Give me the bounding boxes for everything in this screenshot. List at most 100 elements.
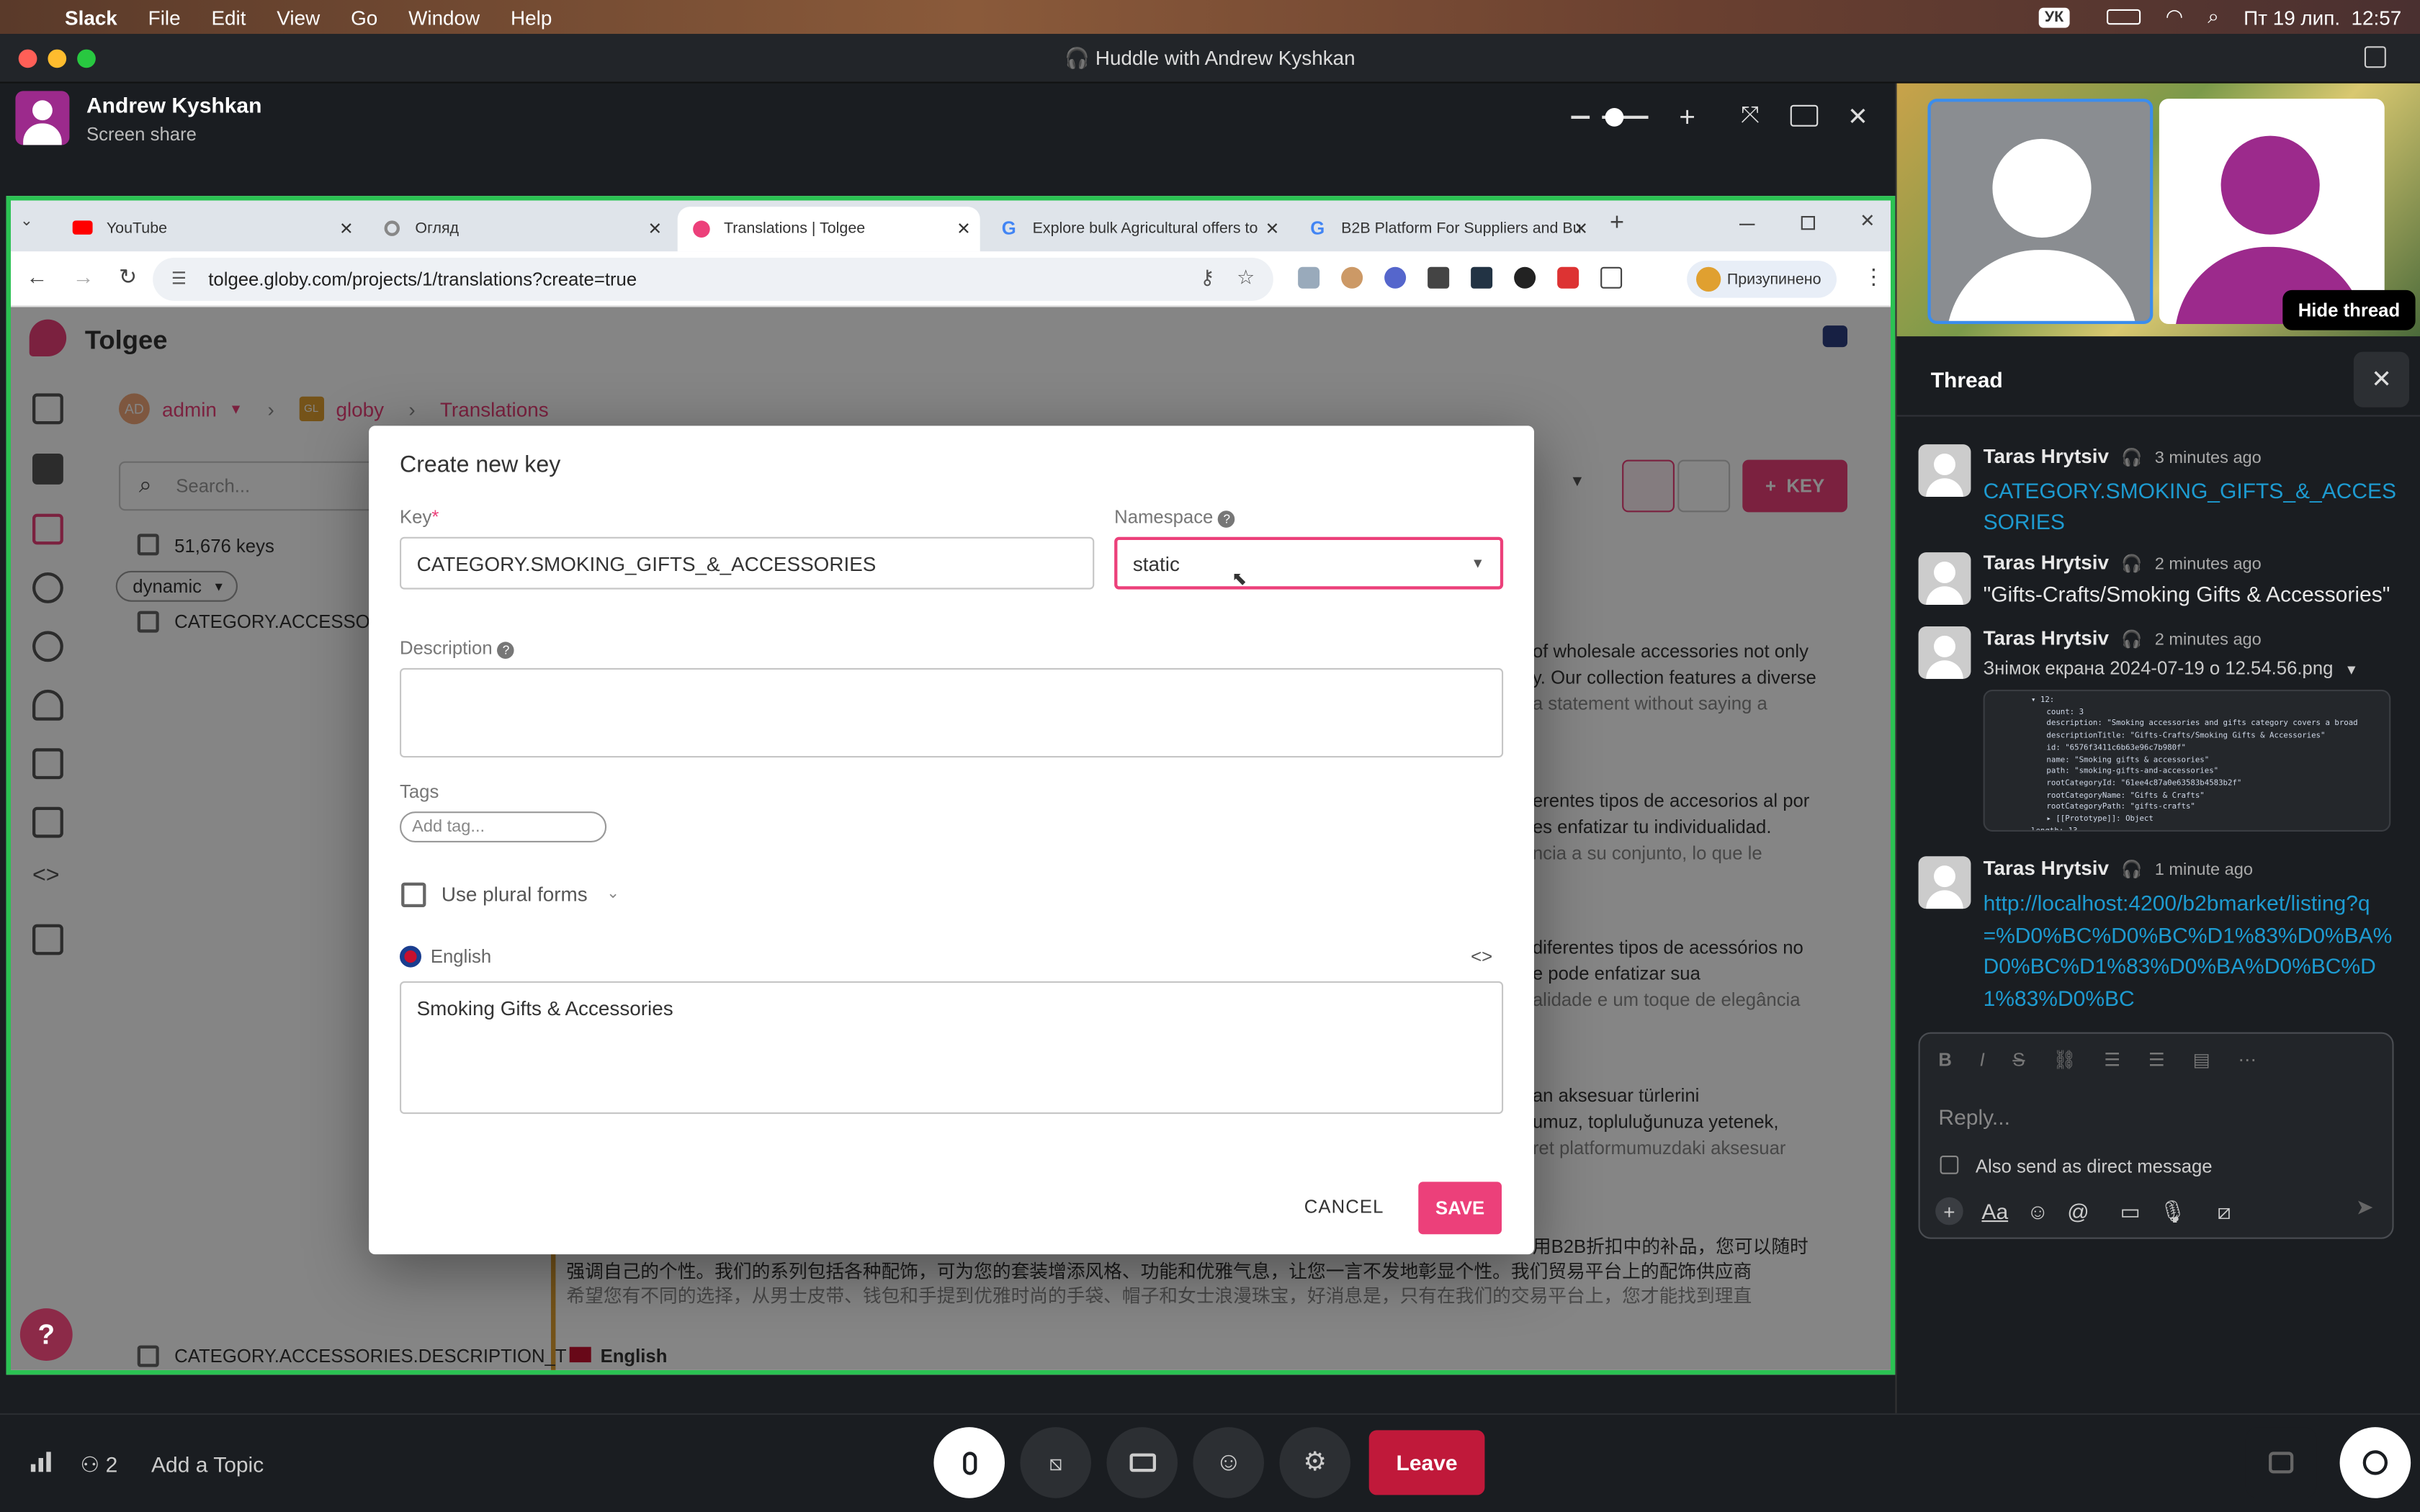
video-button[interactable]: ⧅ — [1020, 1427, 1091, 1498]
extension-icon[interactable] — [1514, 266, 1536, 289]
message-time[interactable]: 2 minutes ago — [2155, 555, 2262, 574]
new-tab-button[interactable]: + — [1610, 210, 1624, 238]
close-tab-icon[interactable]: ✕ — [648, 219, 663, 239]
site-info-icon[interactable]: ☰ — [171, 269, 187, 289]
message-author[interactable]: Taras Hrytsiv — [1984, 551, 2109, 574]
pointer-off-icon[interactable]: ⤧ — [1741, 102, 1760, 127]
zoom-out-icon[interactable] — [1571, 115, 1590, 119]
translation-input[interactable]: Smoking Gifts & Accessories — [400, 981, 1504, 1115]
url-field[interactable]: ☰ tolgee.globy.com/projects/1/translatio… — [153, 257, 1273, 301]
extension-icon[interactable] — [1471, 266, 1493, 289]
reply-input[interactable]: Reply... — [1938, 1104, 2010, 1129]
popout-icon[interactable] — [2364, 46, 2386, 68]
close-tab-icon[interactable]: ✕ — [1265, 219, 1280, 239]
back-icon[interactable]: ← — [26, 264, 48, 288]
plural-label[interactable]: Use plural forms — [442, 883, 588, 906]
more-icon[interactable]: ⋯ — [2238, 1049, 2257, 1071]
add-tag-input[interactable]: Add tag... — [400, 811, 607, 842]
avatar[interactable] — [1918, 552, 1971, 605]
bulleted-list-icon[interactable]: ☰ — [2148, 1049, 2165, 1071]
browser-menu-icon[interactable]: ⋮ — [1863, 264, 1884, 289]
close-tab-icon[interactable]: ✕ — [339, 219, 354, 239]
video-clip-icon[interactable]: ▭ — [2120, 1198, 2141, 1224]
link-icon[interactable]: ⛓ — [2053, 1049, 2076, 1071]
help-icon[interactable]: ? — [1218, 510, 1236, 528]
formatting-icon[interactable]: Aa — [1981, 1199, 2008, 1223]
message-author[interactable]: Taras Hrytsiv — [1984, 444, 2109, 467]
close-browser-icon[interactable]: ✕ — [1860, 210, 1876, 231]
ordered-list-icon[interactable]: ☰ — [2104, 1049, 2120, 1071]
help-icon[interactable]: ? — [497, 642, 515, 659]
add-topic[interactable]: Add a Topic — [151, 1452, 264, 1476]
menu-go[interactable]: Go — [351, 6, 377, 29]
share-screen-button[interactable] — [1106, 1427, 1178, 1498]
huddle-settings-button[interactable]: ⚙ — [1279, 1427, 1350, 1498]
message-text[interactable]: CATEGORY.SMOKING_GIFTS_&_ACCESSORIES — [1984, 475, 2401, 537]
menu-help[interactable]: Help — [511, 6, 552, 29]
italic-icon[interactable]: I — [1980, 1049, 1985, 1071]
shortcuts-icon[interactable]: ⧄ — [2218, 1198, 2231, 1224]
emoji-icon[interactable]: ☺ — [2027, 1199, 2049, 1223]
menu-view[interactable]: View — [277, 6, 320, 29]
thread-toggle-button[interactable] — [2339, 1427, 2411, 1498]
lang-indicator[interactable]: УК — [2038, 6, 2070, 27]
message-time[interactable]: 3 minutes ago — [2155, 449, 2262, 468]
password-key-icon[interactable]: ⚷ — [1200, 266, 1214, 290]
bookmark-star-icon[interactable]: ☆ — [1237, 266, 1255, 290]
close-tab-icon[interactable]: ✕ — [1574, 219, 1588, 239]
message-author[interactable]: Taras Hrytsiv — [1984, 626, 2109, 649]
mic-button[interactable] — [933, 1427, 1005, 1498]
plural-checkbox[interactable] — [401, 882, 426, 907]
tab-tolgee[interactable]: Translations | Tolgee ✕ — [677, 207, 980, 252]
search-icon[interactable]: ⌕ — [2208, 4, 2219, 29]
fullscreen-icon[interactable] — [1790, 104, 1819, 127]
popout-huddle-button[interactable] — [2245, 1427, 2317, 1498]
avatar[interactable] — [1918, 626, 1971, 679]
puzzle-icon[interactable] — [1600, 266, 1623, 289]
avatar[interactable] — [1918, 444, 1971, 497]
extension-icon[interactable] — [1341, 266, 1363, 289]
signal-icon[interactable] — [30, 1452, 51, 1472]
message-author[interactable]: Taras Hrytsiv — [1984, 856, 2109, 879]
message-link[interactable]: http://localhost:4200/b2bmarket/listing?… — [1984, 887, 2397, 1014]
tab-search-icon[interactable]: ⌄ — [20, 213, 33, 230]
forward-icon[interactable]: → — [73, 264, 94, 288]
minimize-browser-icon[interactable] — [1739, 223, 1755, 225]
tab-youtube[interactable]: YouTube ✕ — [60, 207, 363, 251]
message-time[interactable]: 2 minutes ago — [2155, 631, 2262, 649]
caret-down-icon[interactable]: ▼ — [2344, 662, 2358, 677]
menu-file[interactable]: File — [148, 6, 181, 29]
bold-icon[interactable]: B — [1938, 1049, 1952, 1071]
datetime[interactable]: Пт 19 лип. 12:57 — [2244, 6, 2401, 29]
restore-browser-icon[interactable] — [1801, 216, 1815, 230]
tab-b2b[interactable]: G B2B Platform For Suppliers and Bu ✕ — [1295, 207, 1597, 251]
also-send-checkbox[interactable] — [1940, 1156, 1959, 1174]
participant-tile[interactable] — [1927, 99, 2154, 324]
save-button[interactable]: SAVE — [1418, 1182, 1502, 1235]
close-tab-icon[interactable]: ✕ — [956, 219, 971, 239]
mention-icon[interactable]: @ — [2067, 1199, 2089, 1223]
code-view-icon[interactable]: <> — [1471, 946, 1492, 968]
zoom-in-icon[interactable]: + — [1679, 102, 1695, 134]
also-send-label[interactable]: Also send as direct message — [1976, 1156, 2213, 1177]
menu-edit[interactable]: Edit — [211, 6, 246, 29]
tab-overview[interactable]: Огляд ✕ — [369, 207, 671, 251]
extension-icon[interactable] — [1298, 266, 1320, 289]
close-share-icon[interactable]: ✕ — [1847, 102, 1868, 132]
avatar[interactable] — [1918, 856, 1971, 909]
tab-explore-bulk[interactable]: G Explore bulk Agricultural offers to ✕ — [986, 207, 1289, 251]
description-input[interactable] — [400, 667, 1504, 758]
menu-window[interactable]: Window — [408, 6, 480, 29]
reload-icon[interactable]: ↻ — [119, 264, 137, 289]
help-button[interactable]: ? — [19, 1308, 73, 1361]
strikethrough-icon[interactable]: S — [2012, 1049, 2025, 1071]
namespace-select[interactable]: static ▼ ⬉ — [1114, 536, 1504, 590]
extension-icon[interactable] — [1428, 266, 1450, 289]
message-time[interactable]: 1 minute ago — [2155, 861, 2253, 880]
attachment-image[interactable]: ▾ 12: count: 3 description: "Smoking acces… — [1983, 689, 2391, 832]
send-icon[interactable]: ➤ — [2356, 1194, 2374, 1220]
plus-icon[interactable]: + — [1935, 1197, 1963, 1225]
reactions-button[interactable]: ☺ — [1193, 1427, 1264, 1498]
cancel-button[interactable]: CANCEL — [1304, 1196, 1384, 1218]
close-thread-button[interactable]: ✕ — [2353, 351, 2409, 408]
